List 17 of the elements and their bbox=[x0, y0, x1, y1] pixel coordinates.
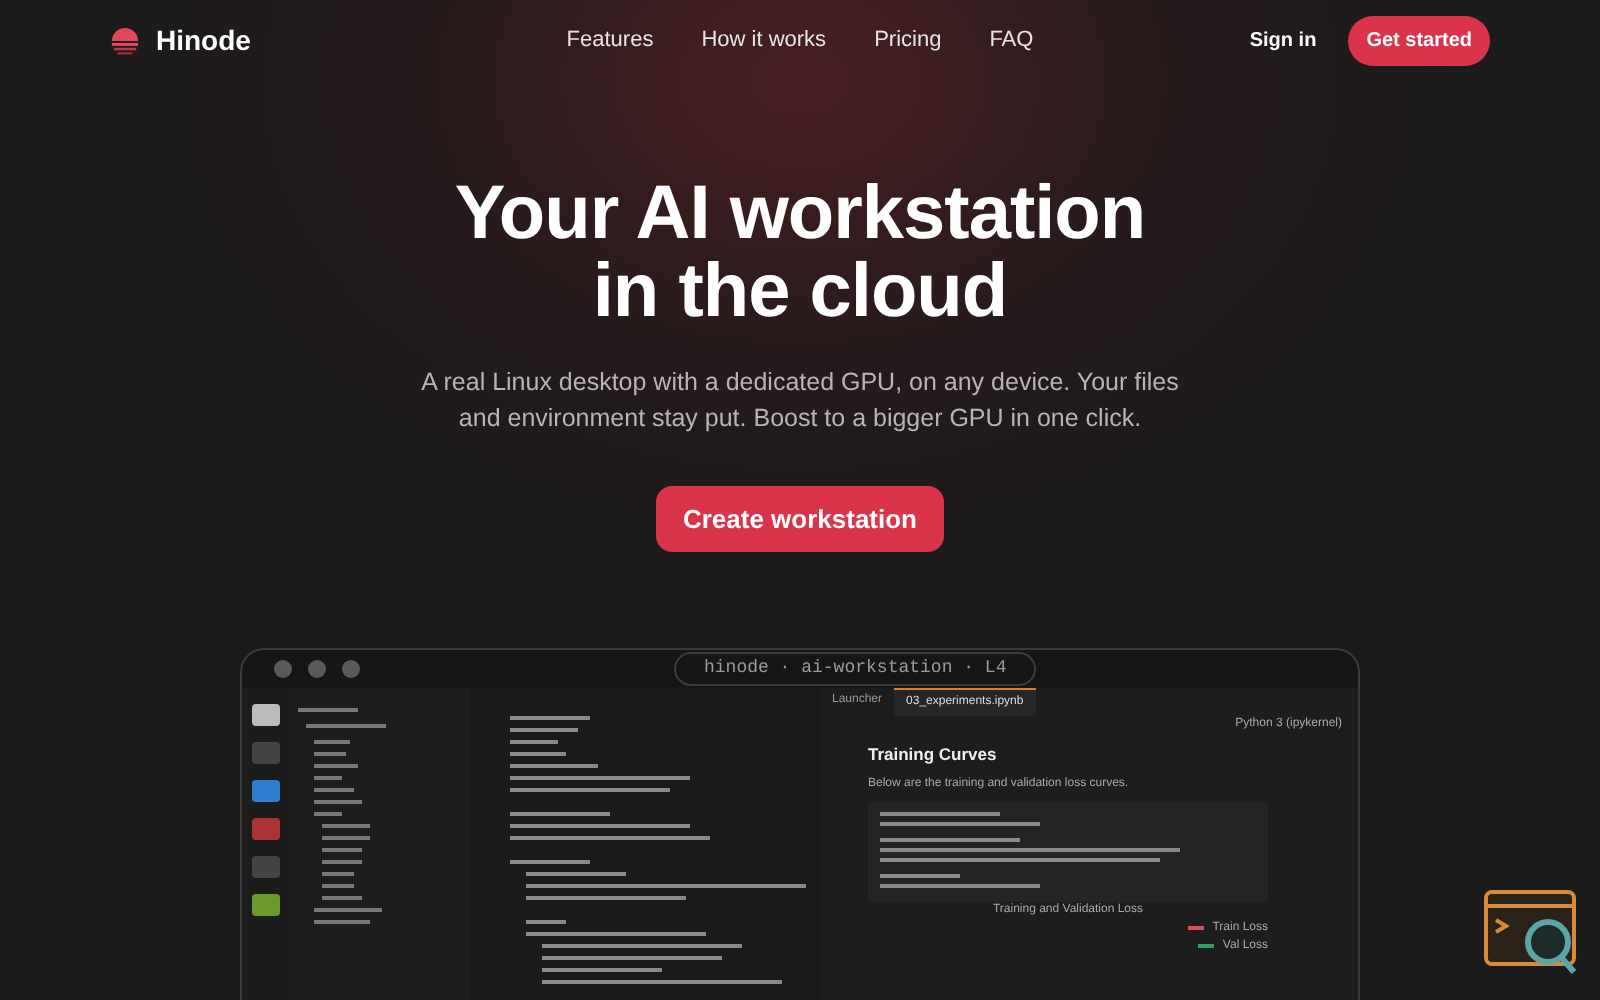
sign-in-link[interactable]: Sign in bbox=[1249, 25, 1317, 55]
hero-subtitle: A real Linux desktop with a dedicated GPU, on any device. Your files and environment stay put. Boost to a bigger GPU in one click. bbox=[420, 366, 1180, 437]
get-started-button[interactable]: Get started bbox=[1348, 15, 1490, 65]
nav-link[interactable]: How it works bbox=[701, 23, 827, 57]
notebook-heading: Training Curves bbox=[868, 742, 999, 768]
window-dot bbox=[342, 660, 360, 678]
address-bar: hinode · ai-workstation · L4 bbox=[674, 651, 1037, 687]
brand-name: Hinode bbox=[156, 21, 251, 59]
create-workstation-button[interactable]: Create workstation bbox=[656, 485, 944, 552]
hero-title: Your AI workstation in the cloud bbox=[454, 176, 1146, 333]
floating-widget-icon[interactable] bbox=[1484, 890, 1580, 978]
window-dot bbox=[274, 660, 292, 678]
nav-link[interactable]: FAQ bbox=[989, 23, 1034, 57]
logo-icon bbox=[110, 25, 140, 55]
window-dot bbox=[308, 660, 326, 678]
nav-link[interactable]: Features bbox=[566, 23, 654, 57]
nav-link[interactable]: Pricing bbox=[874, 23, 942, 57]
